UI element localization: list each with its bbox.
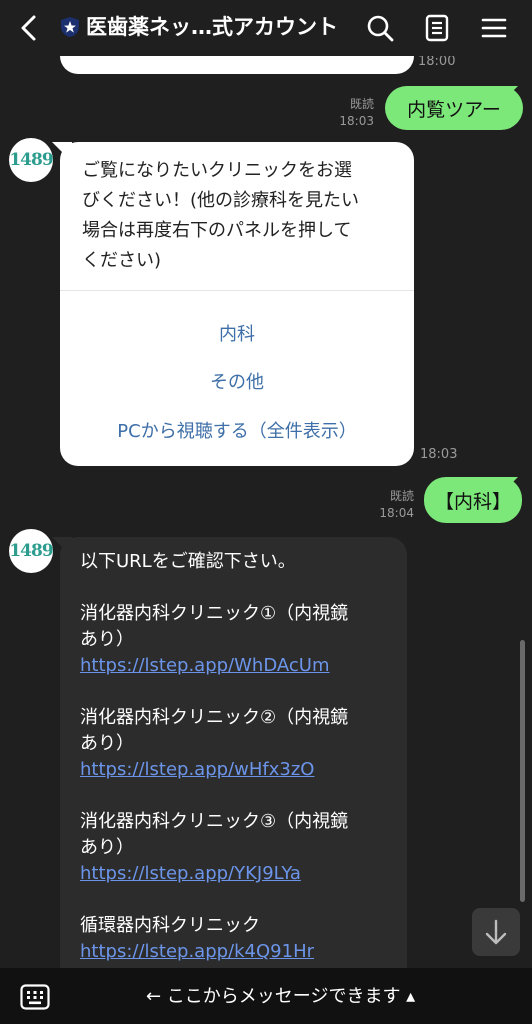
back-icon[interactable] bbox=[14, 12, 44, 44]
option-pc-view-all-button[interactable]: PCから視聴する（全件表示） bbox=[60, 417, 414, 443]
clinic-name-cont: あり） bbox=[80, 837, 134, 858]
bot-message-bubble: 以下URLをご確認下さい。 消化器内科クリニック①（内視鏡 あり） https:… bbox=[60, 537, 407, 987]
scroll-down-button[interactable] bbox=[472, 908, 520, 956]
notes-icon[interactable] bbox=[421, 12, 453, 44]
message-time: 18:03 bbox=[339, 114, 374, 128]
option-card: ご覧になりたいクリニックをお選 びください！(他の診療科を見たい 場合は再度右下… bbox=[60, 142, 414, 466]
clinic-link[interactable]: https://lstep.app/WhDAcUm bbox=[80, 653, 329, 679]
read-receipt: 既読 bbox=[349, 97, 374, 111]
menu-icon[interactable] bbox=[478, 12, 510, 44]
message-footer: ← ここからメッセージできます ▴ bbox=[0, 968, 532, 1024]
option-card-message: ご覧になりたいクリニックをお選 びください！(他の診療科を見たい 場合は再度右下… bbox=[82, 160, 360, 271]
clinic-link[interactable]: https://lstep.app/wHfx3zO bbox=[80, 757, 314, 783]
intro-text: 以下URLをご確認下さい。 bbox=[80, 551, 296, 572]
user-message-bubble[interactable]: 内覧ツアー bbox=[385, 86, 523, 130]
clinic-link[interactable]: https://lstep.app/YKJ9LYa bbox=[80, 861, 301, 887]
arrow-down-icon bbox=[485, 919, 507, 945]
user-message-text: 内覧ツアー bbox=[407, 98, 501, 121]
message-time: 18:03 bbox=[420, 447, 458, 462]
card-divider bbox=[60, 290, 414, 291]
chat-header: 医歯薬ネッ…式アカウント bbox=[0, 0, 532, 56]
verified-shield-icon bbox=[61, 17, 79, 37]
option-other-button[interactable]: その他 bbox=[60, 368, 414, 394]
clinic-name: 消化器内科クリニック②（内視鏡 bbox=[80, 707, 349, 728]
search-icon[interactable] bbox=[364, 12, 396, 44]
user-message-bubble[interactable]: 【内科】 bbox=[424, 477, 522, 523]
clinic-link[interactable]: https://lstep.app/k4Q91Hr bbox=[80, 939, 314, 965]
clinic-name-cont: あり） bbox=[80, 733, 134, 754]
chat-title: 医歯薬ネッ…式アカウント bbox=[86, 15, 338, 39]
message-input-hint[interactable]: ← ここからメッセージできます ▴ bbox=[146, 984, 415, 1010]
clinic-name: 消化器内科クリニック③（内視鏡 bbox=[80, 811, 349, 832]
keyboard-icon[interactable] bbox=[20, 984, 50, 1010]
option-naika-button[interactable]: 内科 bbox=[60, 320, 414, 346]
read-receipt: 既読 bbox=[389, 489, 414, 503]
clinic-name: 消化器内科クリニック①（内視鏡 bbox=[80, 603, 349, 624]
clinic-name-cont: あり） bbox=[80, 629, 134, 650]
user-message-text: 【内科】 bbox=[434, 490, 511, 513]
clinic-name: 循環器内科クリニック bbox=[80, 915, 260, 936]
bot-avatar[interactable]: 1489 bbox=[9, 138, 54, 182]
scrollbar[interactable] bbox=[520, 640, 525, 902]
bot-avatar[interactable]: 1489 bbox=[9, 529, 54, 573]
message-time: 18:04 bbox=[379, 506, 414, 520]
